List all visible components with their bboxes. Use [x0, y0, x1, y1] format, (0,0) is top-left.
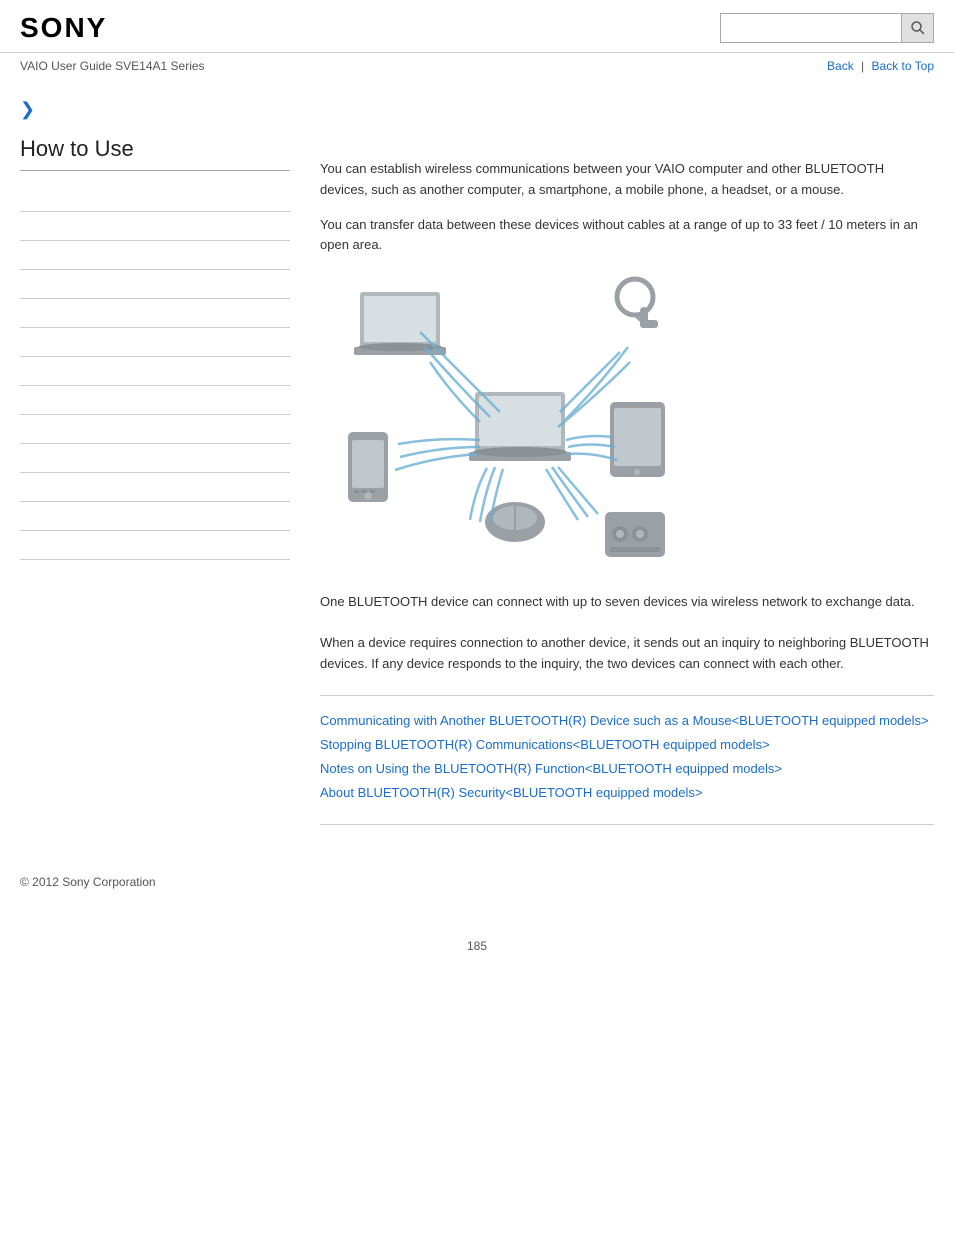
- sidebar-arrow[interactable]: ❯: [20, 99, 290, 120]
- breadcrumb: VAIO User Guide SVE14A1 Series: [20, 59, 205, 73]
- bluetooth-illustration: [320, 272, 700, 572]
- list-item: [20, 270, 290, 299]
- list-item: [20, 502, 290, 531]
- copyright: © 2012 Sony Corporation: [20, 875, 156, 889]
- nav-link[interactable]: [20, 219, 290, 233]
- list-item: [20, 299, 290, 328]
- nav-link[interactable]: [20, 190, 290, 204]
- related-link-3[interactable]: Notes on Using the BLUETOOTH(R) Function…: [320, 760, 934, 778]
- intro-paragraph-1: You can establish wireless communication…: [320, 159, 934, 201]
- list-item: [20, 357, 290, 386]
- search-icon: [910, 20, 926, 36]
- body-paragraph-2: When a device requires connection to ano…: [320, 633, 934, 675]
- list-item: [20, 531, 290, 560]
- sony-logo: SONY: [20, 12, 107, 44]
- search-button[interactable]: [901, 14, 933, 42]
- nav-separator: |: [861, 59, 864, 73]
- nav-link[interactable]: [20, 248, 290, 262]
- related-link-1[interactable]: Communicating with Another BLUETOOTH(R) …: [320, 712, 934, 730]
- nav-link[interactable]: [20, 364, 290, 378]
- nav-link[interactable]: [20, 335, 290, 349]
- search-input[interactable]: [721, 14, 901, 42]
- back-to-top-link[interactable]: Back to Top: [872, 59, 934, 73]
- nav-links: Back | Back to Top: [827, 59, 934, 73]
- nav-link[interactable]: [20, 509, 290, 523]
- related-links-section: Communicating with Another BLUETOOTH(R) …: [320, 695, 934, 826]
- main-container: ❯ How to Use You can establish wireless …: [0, 79, 954, 865]
- list-item: [20, 386, 290, 415]
- list-item: [20, 444, 290, 473]
- nav-link[interactable]: [20, 451, 290, 465]
- body-paragraph-1: One BLUETOOTH device can connect with up…: [320, 592, 934, 613]
- subheader: VAIO User Guide SVE14A1 Series Back | Ba…: [0, 53, 954, 79]
- page-number: 185: [0, 939, 954, 973]
- related-link-2[interactable]: Stopping BLUETOOTH(R) Communications<BLU…: [320, 736, 934, 754]
- back-link[interactable]: Back: [827, 59, 854, 73]
- nav-link[interactable]: [20, 393, 290, 407]
- footer: © 2012 Sony Corporation: [0, 865, 954, 899]
- list-item: [20, 473, 290, 502]
- sidebar-title: How to Use: [20, 136, 290, 171]
- sidebar-nav: [20, 183, 290, 560]
- nav-link[interactable]: [20, 480, 290, 494]
- list-item: [20, 212, 290, 241]
- related-link-4[interactable]: About BLUETOOTH(R) Security<BLUETOOTH eq…: [320, 784, 934, 802]
- content-area: You can establish wireless communication…: [310, 79, 954, 865]
- nav-link[interactable]: [20, 277, 290, 291]
- sidebar: ❯ How to Use: [0, 79, 310, 865]
- list-item: [20, 328, 290, 357]
- search-box: [720, 13, 934, 43]
- list-item: [20, 183, 290, 212]
- list-item: [20, 241, 290, 270]
- intro-paragraph-2: You can transfer data between these devi…: [320, 215, 934, 257]
- nav-link[interactable]: [20, 422, 290, 436]
- bluetooth-svg: [320, 272, 700, 572]
- nav-link[interactable]: [20, 538, 290, 552]
- nav-link[interactable]: [20, 306, 290, 320]
- header: SONY: [0, 0, 954, 53]
- list-item: [20, 415, 290, 444]
